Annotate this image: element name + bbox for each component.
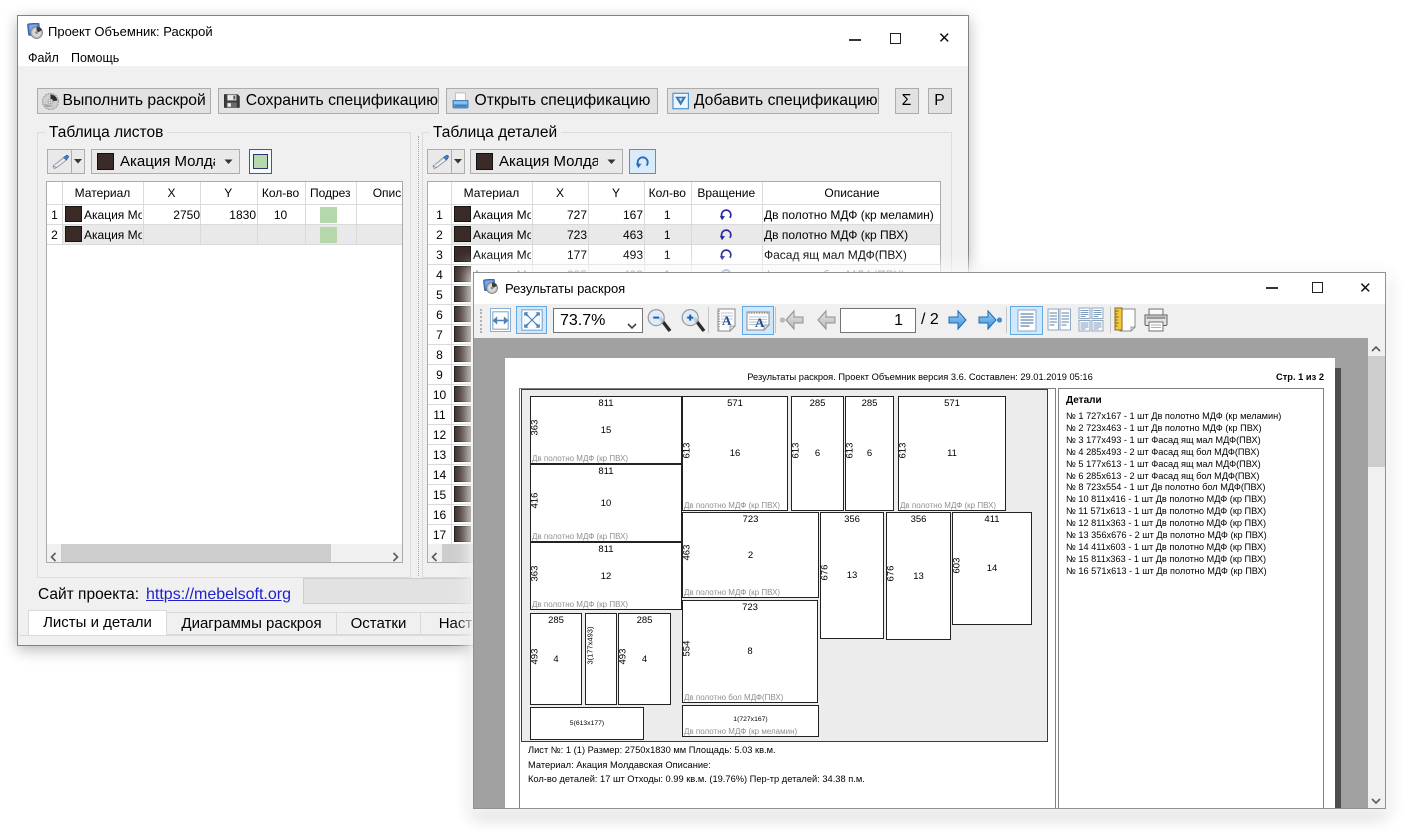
svg-text:A: A — [722, 313, 732, 328]
svg-text:A: A — [755, 315, 765, 330]
